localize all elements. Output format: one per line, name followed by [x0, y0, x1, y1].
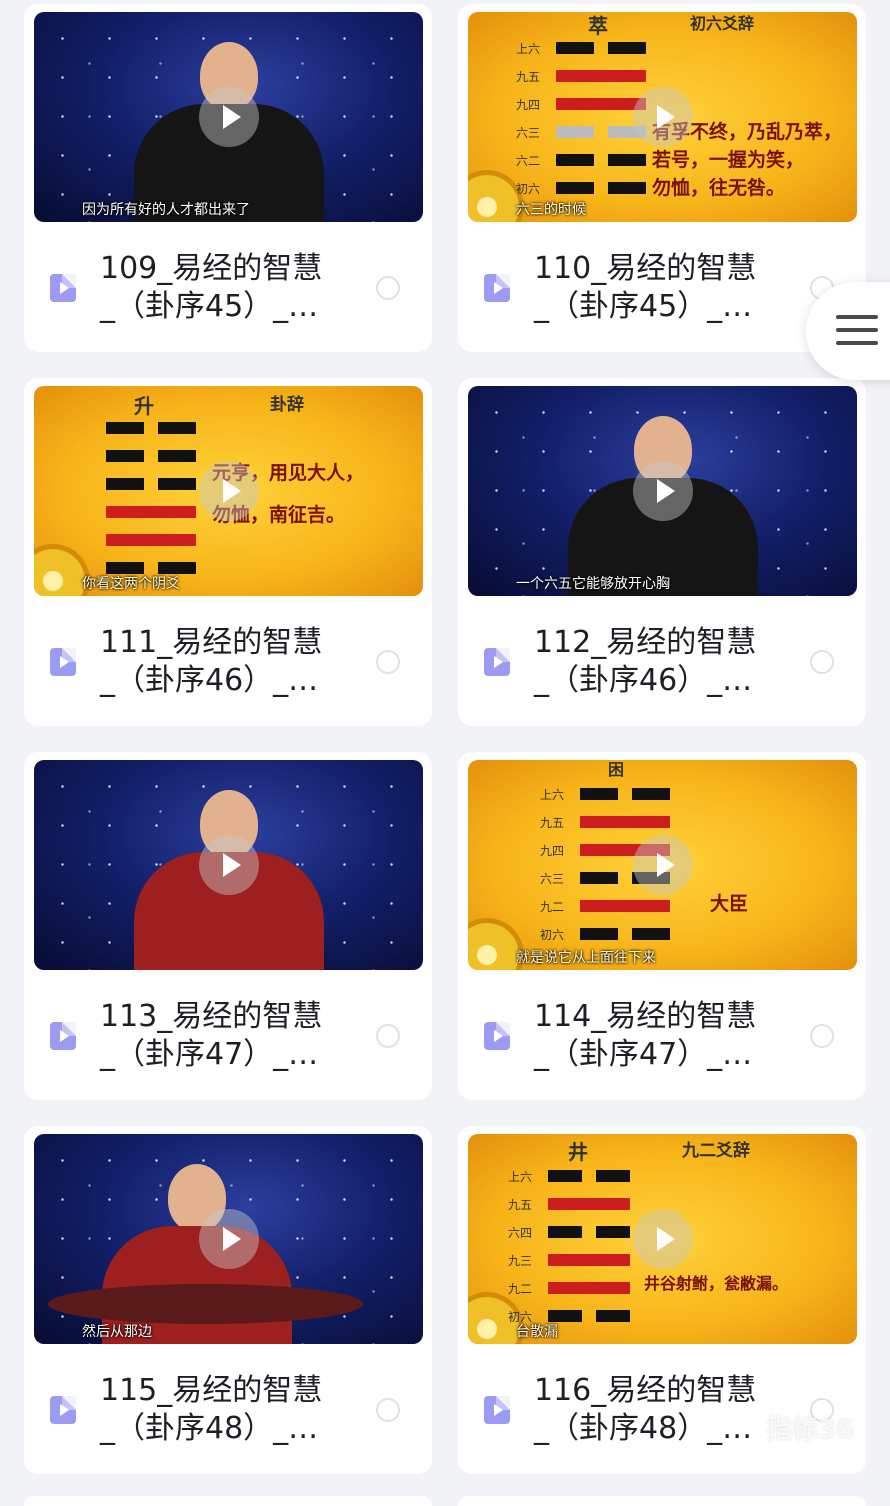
video-thumbnail[interactable]: 一个六五它能够放开心胸	[468, 386, 857, 596]
video-caption: 六三的时候	[516, 202, 586, 218]
select-radio[interactable]	[376, 1398, 400, 1422]
video-thumbnail[interactable]: 困 上六 九五 九四 六三 九二 初六 大臣 就是说它从上面往下来	[468, 760, 857, 970]
video-thumbnail[interactable]: 萃 初六爻辞 上六 九五 九四 六三 六二 初六 有孚不终，乃乱乃萃， 若号，一…	[468, 12, 857, 222]
video-thumbnail[interactable]: 因为所有好的人才都出来了	[34, 12, 423, 222]
video-caption: 就是说它从上面往下来	[516, 950, 656, 966]
hexagram-name: 困	[608, 760, 625, 779]
video-caption: 你看这两个阴爻	[82, 576, 180, 592]
play-icon[interactable]	[198, 835, 259, 895]
video-caption: 然后从那边	[82, 1324, 152, 1340]
video-thumbnail[interactable]: 然后从那边	[34, 1134, 423, 1344]
next-row-peek	[24, 1496, 866, 1506]
video-card[interactable]: 一个六五它能够放开心胸 112_易经的智慧 _（卦序46）_…	[458, 378, 866, 726]
video-file-icon	[50, 274, 76, 302]
play-icon[interactable]	[198, 87, 259, 147]
play-icon[interactable]	[198, 461, 259, 521]
hexagram-name: 井	[568, 1140, 588, 1164]
slide-heading: 九二爻辞	[682, 1141, 750, 1161]
select-radio[interactable]	[810, 650, 834, 674]
video-card[interactable]: 萃 初六爻辞 上六 九五 九四 六三 六二 初六 有孚不终，乃乱乃萃， 若号，一…	[458, 4, 866, 352]
video-title[interactable]: 109_易经的智慧 _（卦序45）_…	[100, 250, 350, 326]
slide-heading: 初六爻辞	[690, 14, 755, 33]
video-file-icon	[484, 1396, 510, 1424]
select-radio[interactable]	[376, 1024, 400, 1048]
video-file-icon	[50, 1022, 76, 1050]
play-icon[interactable]	[632, 835, 693, 895]
video-card[interactable]: 升 卦辞 元亨，用见大人， 勿恤，南征吉。 你看这两个阴爻 111_易经的智慧 …	[24, 378, 432, 726]
slide-verse: 大臣	[710, 893, 749, 915]
hexagram-name: 萃	[588, 14, 608, 38]
video-caption: 台散漏	[516, 1324, 558, 1340]
select-radio[interactable]	[810, 1024, 834, 1048]
video-thumbnail[interactable]: 升 卦辞 元亨，用见大人， 勿恤，南征吉。 你看这两个阴爻	[34, 386, 423, 596]
hexagram-lines: 上六 九五 六四 九三 九二 初六	[508, 1170, 630, 1338]
video-thumbnail[interactable]: 井 九二爻辞 上六 九五 六四 九三 九二 初六 井谷射鲋，瓮敝漏。 台散漏	[468, 1134, 857, 1344]
video-title[interactable]: 114_易经的智慧 _（卦序47）_…	[534, 998, 784, 1074]
hexagram-name: 升	[134, 394, 154, 418]
select-radio[interactable]	[376, 650, 400, 674]
video-file-icon	[50, 648, 76, 676]
video-caption: 一个六五它能够放开心胸	[516, 576, 670, 592]
video-card[interactable]: 113_易经的智慧 _（卦序47）_…	[24, 752, 432, 1100]
slide-verse: 井谷射鲋，瓮敝漏。	[644, 1274, 789, 1293]
video-title[interactable]: 115_易经的智慧 _（卦序48）_…	[100, 1372, 350, 1448]
video-thumbnail[interactable]	[34, 760, 423, 970]
video-card[interactable]: 井 九二爻辞 上六 九五 六四 九三 九二 初六 井谷射鲋，瓮敝漏。 台散漏 1…	[458, 1126, 866, 1474]
video-file-icon	[484, 648, 510, 676]
video-file-icon	[484, 274, 510, 302]
video-card[interactable]: 然后从那边 115_易经的智慧 _（卦序48）_…	[24, 1126, 432, 1474]
play-icon[interactable]	[632, 461, 693, 521]
video-card[interactable]: 困 上六 九五 九四 六三 九二 初六 大臣 就是说它从上面往下来 114_易经…	[458, 752, 866, 1100]
video-caption: 因为所有好的人才都出来了	[82, 202, 250, 218]
video-title[interactable]: 113_易经的智慧 _（卦序47）_…	[100, 998, 350, 1074]
video-title[interactable]: 112_易经的智慧 _（卦序46）_…	[534, 624, 784, 700]
play-icon[interactable]	[632, 1209, 693, 1269]
watermark: 指标36	[765, 1415, 854, 1445]
video-title[interactable]: 111_易经的智慧 _（卦序46）_…	[100, 624, 350, 700]
video-card[interactable]: 因为所有好的人才都出来了 109_易经的智慧 _（卦序45）_…	[24, 4, 432, 352]
play-icon[interactable]	[198, 1209, 259, 1269]
hamburger-menu-icon	[836, 315, 878, 354]
video-file-icon	[50, 1396, 76, 1424]
video-title[interactable]: 110_易经的智慧 _（卦序45）_…	[534, 250, 784, 326]
select-radio[interactable]	[376, 276, 400, 300]
play-icon[interactable]	[632, 87, 693, 147]
video-file-icon	[484, 1022, 510, 1050]
slide-heading: 卦辞	[270, 395, 304, 415]
video-title[interactable]: 116_易经的智慧 _（卦序48）_…	[534, 1372, 784, 1448]
desk-shape	[48, 1284, 363, 1324]
video-grid: 因为所有好的人才都出来了 109_易经的智慧 _（卦序45）_… 萃 初六爻辞 …	[24, 4, 866, 1474]
hexagram-lines: 上六 九五 九四 六三 六二 初六	[516, 42, 646, 210]
hexagram-lines	[106, 422, 196, 590]
